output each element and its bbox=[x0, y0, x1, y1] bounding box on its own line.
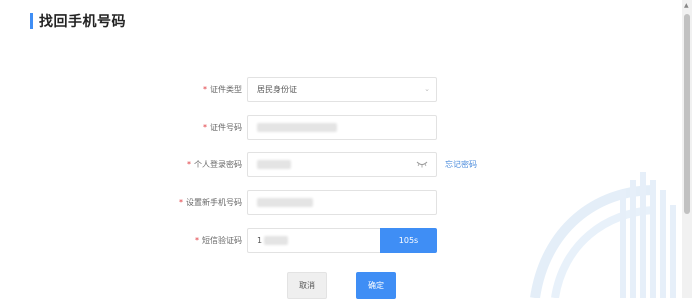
send-sms-countdown-button[interactable]: 105s bbox=[380, 228, 437, 253]
scrollbar-thumb[interactable] bbox=[684, 14, 690, 214]
id-number-redacted bbox=[257, 123, 337, 132]
chevron-down-icon: ⌄ bbox=[424, 85, 430, 93]
forgot-password-link[interactable]: 忘记密码 bbox=[445, 152, 477, 177]
form-row-id-number: * 证件号码 bbox=[0, 115, 682, 140]
new-phone-input[interactable] bbox=[247, 190, 437, 215]
form-row-password: * 个人登录密码 忘记密码 bbox=[0, 152, 682, 177]
form-row-new-phone: * 设置新手机号码 bbox=[0, 190, 682, 215]
sms-code-label: * 短信验证码 bbox=[195, 236, 242, 245]
confirm-button[interactable]: 确定 bbox=[356, 272, 396, 299]
page-header: 找回手机号码 bbox=[30, 12, 126, 30]
sms-code-redacted bbox=[264, 236, 288, 245]
password-label: * 个人登录密码 bbox=[187, 160, 242, 169]
password-redacted bbox=[257, 160, 291, 169]
id-type-label: * 证件类型 bbox=[203, 85, 242, 94]
scroll-up-arrow-icon[interactable]: ▲ bbox=[684, 2, 689, 10]
page-title: 找回手机号码 bbox=[39, 14, 126, 30]
eye-closed-icon[interactable] bbox=[416, 161, 428, 168]
form-row-id-type: * 证件类型 居民身份证 ⌄ bbox=[0, 77, 682, 102]
sms-code-input[interactable]: 1 bbox=[247, 228, 380, 253]
id-type-select[interactable]: 居民身份证 ⌄ bbox=[247, 77, 437, 102]
new-phone-label: * 设置新手机号码 bbox=[179, 198, 242, 207]
new-phone-redacted bbox=[257, 198, 313, 207]
id-number-input[interactable] bbox=[247, 115, 437, 140]
page: 找回手机号码 * 证件类型 居民身份证 ⌄ * 证件号码 * 个人登录密码 忘记… bbox=[0, 0, 682, 299]
id-number-label: * 证件号码 bbox=[203, 123, 242, 132]
password-input[interactable] bbox=[247, 152, 437, 177]
sms-code-value: 1 bbox=[257, 236, 263, 245]
form-row-sms-code: * 短信验证码 1 105s bbox=[0, 228, 682, 253]
vertical-scrollbar[interactable]: ▲ bbox=[682, 0, 692, 298]
cancel-button[interactable]: 取消 bbox=[287, 272, 327, 299]
title-accent-bar bbox=[30, 13, 33, 29]
id-type-value: 居民身份证 bbox=[257, 85, 297, 94]
